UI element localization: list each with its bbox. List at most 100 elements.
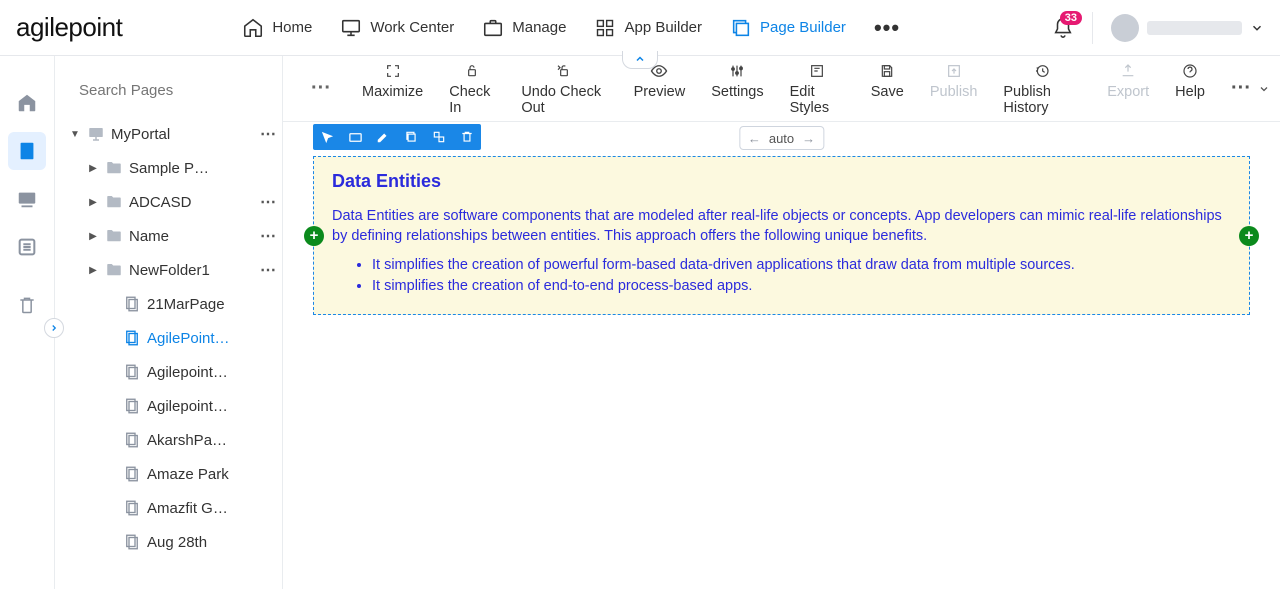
tree-row[interactable]: Agilepoint… [55, 389, 282, 423]
top-header: agilepoint Home Work Center Manage App B… [0, 0, 1280, 56]
tree-row[interactable]: Aug 28th [55, 525, 282, 559]
toolbar-icon [556, 62, 572, 80]
divider [1092, 12, 1093, 44]
tree-label: Amazfit G… [147, 500, 276, 517]
toolbar-help[interactable]: Help [1162, 62, 1218, 116]
toolbar-label: Settings [711, 84, 763, 100]
toolbar-publish: Publish [917, 62, 991, 116]
caret-icon[interactable]: ▶ [87, 163, 99, 174]
arrow-left-icon[interactable]: ← [748, 131, 761, 146]
nav-manage[interactable]: Manage [482, 17, 566, 39]
row-menu-icon[interactable]: ⋯ [260, 260, 276, 280]
toolbar-icon [385, 62, 401, 80]
nav-more-icon[interactable]: ••• [874, 15, 900, 41]
toolbar-edit-styles[interactable]: Edit Styles [777, 62, 858, 116]
nav-label: Home [272, 19, 312, 36]
selection-duplicate[interactable] [425, 124, 453, 150]
selection-edit[interactable] [369, 124, 397, 150]
toolbar-publish-history[interactable]: Publish History [990, 62, 1094, 116]
toolbar-label: Save [871, 84, 904, 100]
nav-work-center[interactable]: Work Center [340, 17, 454, 39]
arrow-right-icon[interactable]: → [802, 131, 815, 146]
tree-row[interactable]: ▶ Name ⋯ [55, 219, 282, 253]
content-title: Data Entities [332, 171, 1231, 192]
monitor-icon [340, 17, 362, 39]
rail-templates[interactable] [8, 180, 46, 218]
caret-icon[interactable]: ▶ [87, 197, 99, 208]
toolbar: ··· Maximize Check In Undo Check Out Previe… [283, 56, 1280, 122]
search-input[interactable] [79, 82, 278, 99]
row-menu-icon[interactable]: ⋯ [260, 124, 276, 144]
tree-row[interactable]: Agilepoint… [55, 355, 282, 389]
home-icon [16, 92, 38, 114]
tree-row[interactable]: ▼MyPortal⋯ [55, 117, 282, 151]
add-left-button[interactable]: + [304, 226, 324, 246]
toolbar-icon [729, 62, 745, 80]
toolbar-more-left-icon[interactable]: ··· [307, 77, 335, 100]
nav-home[interactable]: Home [242, 17, 312, 39]
toolbar-check-in[interactable]: Check In [436, 62, 508, 116]
selection-toolbar [313, 124, 481, 150]
user-menu[interactable] [1111, 14, 1264, 42]
folder-icon [105, 193, 123, 211]
nav-page-builder[interactable]: Page Builder [730, 17, 846, 39]
row-menu-icon[interactable]: ⋯ [260, 226, 276, 246]
home-icon [242, 17, 264, 39]
page-icon [123, 499, 141, 517]
toolbar-more-right-icon[interactable]: ··· [1226, 77, 1256, 100]
selection-copy[interactable] [397, 124, 425, 150]
add-right-button[interactable]: + [1239, 226, 1259, 246]
rail-pages[interactable] [8, 132, 46, 170]
selection-delete[interactable] [453, 124, 481, 150]
tree-row[interactable]: ▶Sample P… [55, 151, 282, 185]
copy-icon [730, 17, 752, 39]
page-icon [123, 533, 141, 551]
search-box[interactable] [55, 74, 282, 113]
chevron-down-icon[interactable] [1258, 83, 1270, 95]
caret-icon[interactable]: ▼ [69, 129, 81, 140]
folder-icon [105, 261, 123, 279]
toolbar-label: Edit Styles [790, 84, 845, 116]
tree-label: 21MarPage [147, 296, 276, 313]
content-bullet: It simplifies the creation of powerful f… [372, 255, 1231, 277]
toolbar-undo-check-out[interactable]: Undo Check Out [508, 62, 620, 116]
selection-select-parent[interactable] [313, 124, 341, 150]
toolbar-save[interactable]: Save [858, 62, 917, 116]
tree-row[interactable]: AgilePoint… [55, 321, 282, 355]
tree-row[interactable]: ▶ADCASD⋯ [55, 185, 282, 219]
canvas: ← auto → + + Data Entities Data Entities… [283, 122, 1280, 589]
rail-list[interactable] [8, 228, 46, 266]
rail-expand-button[interactable] [44, 318, 64, 338]
tree-row[interactable]: ▶NewFolder1⋯ [55, 253, 282, 287]
rail-trash[interactable] [8, 286, 46, 324]
page-icon [123, 295, 141, 313]
rail-home[interactable] [8, 84, 46, 122]
toolbar-icon [946, 62, 962, 80]
toolbar-label: Undo Check Out [521, 84, 607, 116]
tree-row[interactable]: AkarshPa… [55, 423, 282, 457]
nav-app-builder[interactable]: App Builder [594, 17, 702, 39]
tree-row[interactable]: Amazfit G… [55, 491, 282, 525]
toolbar-icon [879, 62, 895, 80]
tree-row[interactable]: 21MarPage [55, 287, 282, 321]
notifications-badge: 33 [1060, 11, 1082, 25]
avatar-icon [1111, 14, 1139, 42]
tree-label: Name [129, 228, 254, 245]
content-bullets: It simplifies the creation of powerful f… [332, 255, 1231, 299]
toolbar-settings[interactable]: Settings [698, 62, 776, 116]
toolbar-maximize[interactable]: Maximize [349, 62, 436, 116]
selection-widget[interactable] [341, 124, 369, 150]
tree-label: Agilepoint… [147, 398, 276, 415]
tree-label: AkarshPa… [147, 432, 276, 449]
toolbar-label: Maximize [362, 84, 423, 100]
notifications-button[interactable]: 33 [1052, 17, 1074, 39]
tree-label: Amaze Park [147, 466, 276, 483]
chevron-down-icon [1250, 21, 1264, 35]
collapse-header-tab[interactable] [622, 51, 658, 69]
toolbar-preview[interactable]: Preview [621, 62, 699, 116]
caret-icon[interactable]: ▶ [87, 231, 99, 242]
caret-icon[interactable]: ▶ [87, 265, 99, 276]
row-menu-icon[interactable]: ⋯ [260, 192, 276, 212]
selected-content-block[interactable]: + + Data Entities Data Entities are soft… [313, 156, 1250, 315]
tree-row[interactable]: Amaze Park [55, 457, 282, 491]
